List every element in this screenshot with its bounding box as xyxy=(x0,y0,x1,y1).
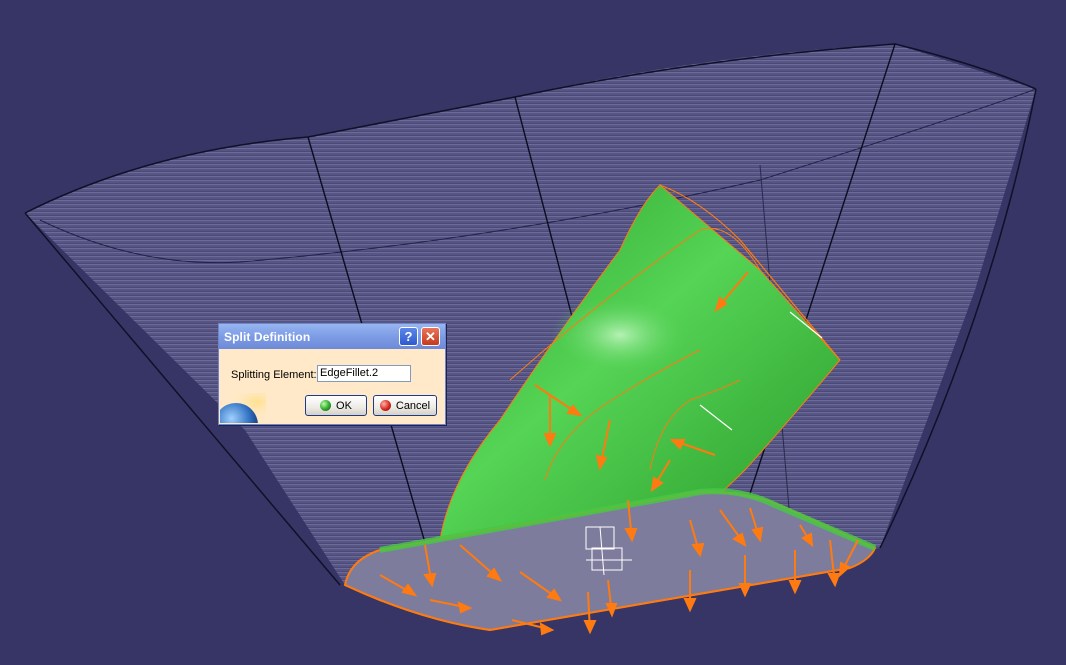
3d-scene xyxy=(24,43,1037,636)
3d-viewport[interactable] xyxy=(0,0,1066,665)
cancel-button-label: Cancel xyxy=(395,399,431,412)
globe-icon xyxy=(220,393,266,423)
splitting-element-input[interactable]: EdgeFillet.2 xyxy=(317,365,411,382)
help-icon[interactable]: ? xyxy=(399,327,418,346)
dialog-titlebar[interactable]: Split Definition ? ✕ xyxy=(219,324,445,349)
cancel-icon xyxy=(379,400,391,411)
ok-icon xyxy=(320,400,332,411)
splitting-element-label: Splitting Element: xyxy=(231,369,317,381)
close-icon[interactable]: ✕ xyxy=(421,327,440,346)
ok-button-label: OK xyxy=(336,399,352,412)
cancel-button[interactable]: Cancel xyxy=(373,395,437,416)
ok-button[interactable]: OK xyxy=(305,395,367,416)
split-definition-dialog: Split Definition ? ✕ Splitting Element: … xyxy=(218,323,446,425)
dialog-title: Split Definition xyxy=(224,330,311,344)
